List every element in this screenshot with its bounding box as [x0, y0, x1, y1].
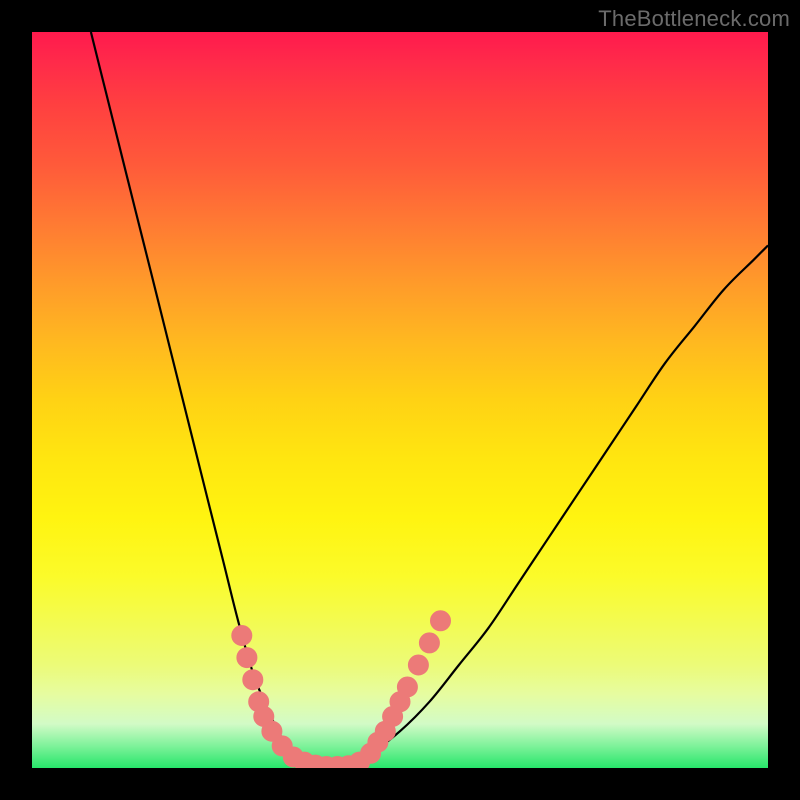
data-marker: [431, 611, 451, 631]
marker-group: [232, 611, 451, 768]
data-marker: [419, 633, 439, 653]
data-marker: [243, 670, 263, 690]
plot-area: [32, 32, 768, 768]
curve-layer: [32, 32, 768, 768]
data-marker: [408, 655, 428, 675]
watermark-text: TheBottleneck.com: [598, 6, 790, 32]
data-marker: [237, 648, 257, 668]
data-marker: [397, 677, 417, 697]
chart-frame: TheBottleneck.com: [0, 0, 800, 800]
data-marker: [232, 626, 252, 646]
left-curve: [91, 32, 312, 768]
